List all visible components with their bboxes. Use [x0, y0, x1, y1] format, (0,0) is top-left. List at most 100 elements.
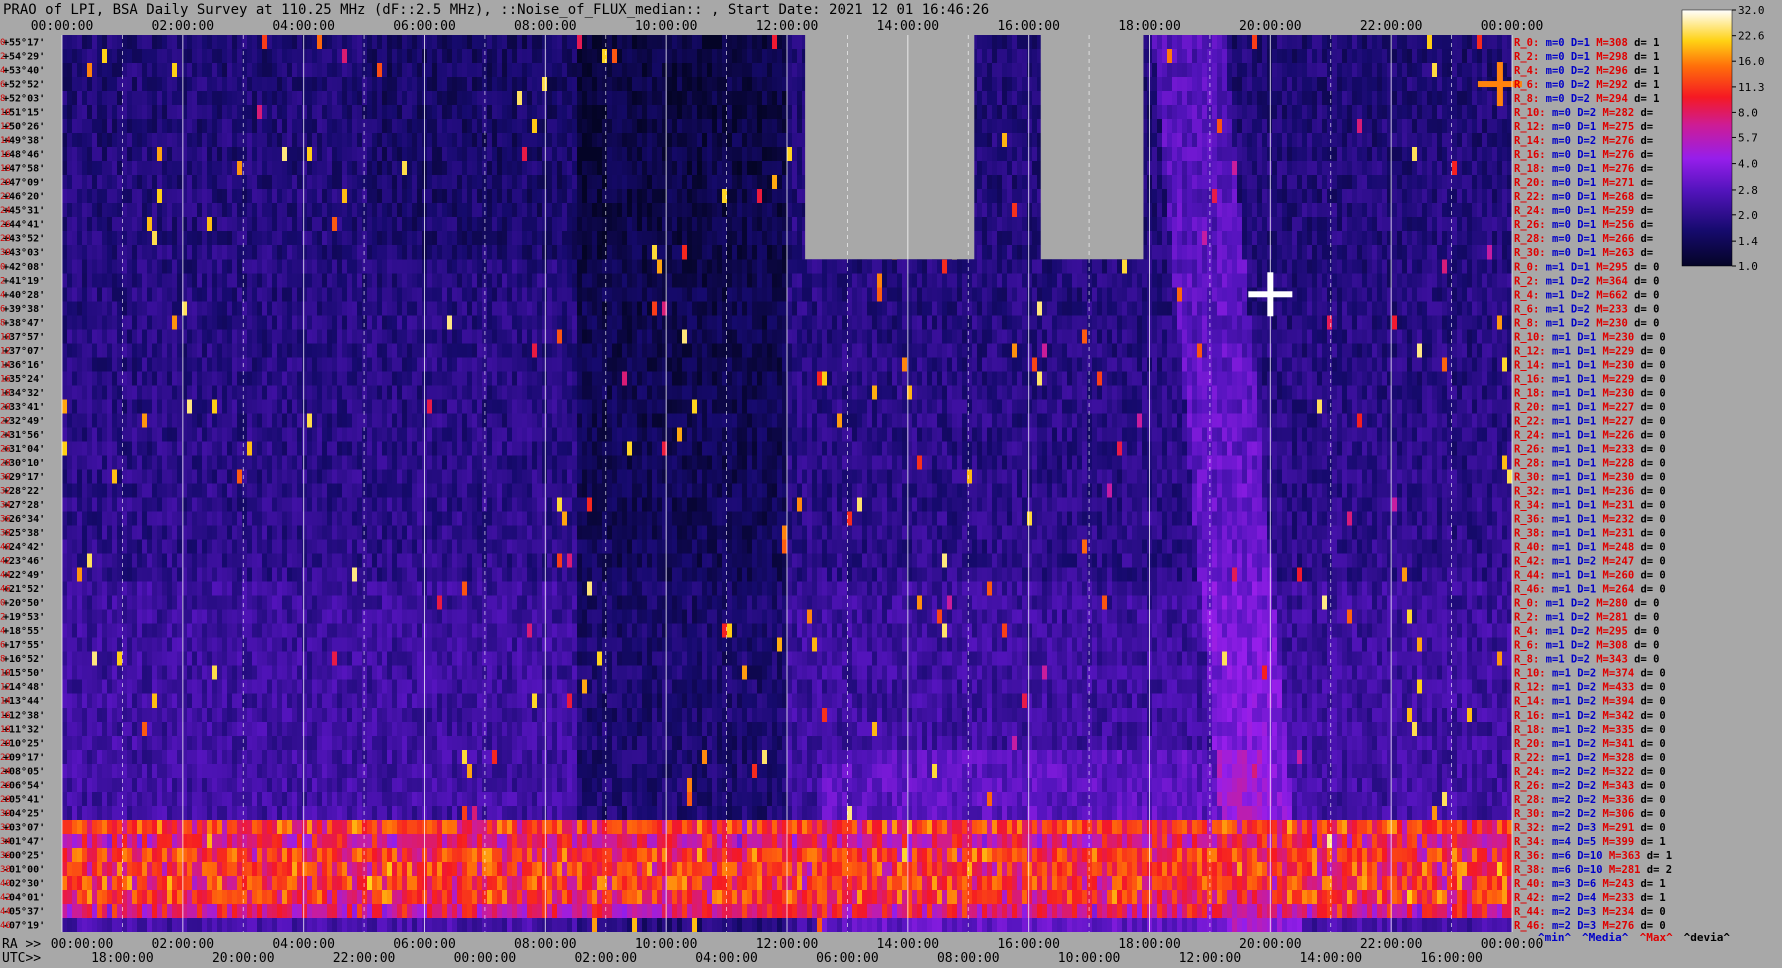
stat-row-47: R_14: m=1 D=2 M=394 d= 0: [1514, 696, 1666, 708]
stat-row-8: R_16: m=0 D=1 M=276 d=: [1514, 149, 1653, 161]
dec-label-0: +55°17': [3, 38, 45, 49]
row-id-33: 34: [0, 501, 11, 511]
bottom-ra-tick-4: 08:00:00: [514, 937, 577, 952]
row-id-4: 8: [0, 94, 5, 104]
row-id-20: 8: [0, 318, 5, 328]
stat-row-49: R_18: m=1 D=2 M=335 d= 0: [1514, 724, 1666, 736]
stat-row-14: R_28: m=0 D=1 M=266 d=: [1514, 233, 1653, 245]
stat-row-25: R_18: m=1 D=1 M=230 d= 0: [1514, 387, 1666, 399]
colorbar-label-10: 1.0: [1738, 260, 1758, 273]
stat-row-32: R_32: m=1 D=1 M=236 d= 0: [1514, 486, 1666, 498]
stat-row-57: R_34: m=4 D=5 M=399 d= 1: [1514, 836, 1666, 848]
stat-row-55: R_30: m=2 D=2 M=306 d= 0: [1514, 808, 1666, 820]
bottom-utc-tick-4: 02:00:00: [574, 951, 637, 966]
stat-row-18: R_4: m=1 D=2 M=662 d= 0: [1514, 289, 1659, 301]
row-id-40: 0: [0, 599, 5, 609]
row-id-11: 22: [0, 192, 11, 202]
stat-row-4: R_8: m=0 D=2 M=294 d= 1: [1514, 93, 1659, 105]
row-id-2: 4: [0, 66, 5, 76]
no-data-region-1: [1040, 35, 1144, 260]
row-id-62: 44: [0, 907, 11, 917]
bottom-utc-tick-3: 00:00:00: [454, 951, 517, 966]
bottom-ra-tick-3: 06:00:00: [393, 937, 456, 952]
row-id-48: 16: [0, 711, 11, 721]
bottom-ra-tick-8: 16:00:00: [997, 937, 1060, 952]
row-id-23: 14: [0, 360, 11, 370]
dec-label-1: +54°29': [3, 52, 45, 63]
bottom-ra-tick-7: 14:00:00: [877, 937, 940, 952]
bottom-ra-tick-9: 18:00:00: [1118, 937, 1181, 952]
dec-label-4: +52°03': [3, 94, 45, 105]
bottom-utc-prefix: UTC>>: [2, 951, 41, 966]
bottom-utc-tick-7: 08:00:00: [937, 951, 1000, 966]
stat-row-7: R_14: m=0 D=2 M=276 d=: [1514, 135, 1653, 147]
stat-row-34: R_36: m=1 D=1 M=232 d= 0: [1514, 514, 1666, 526]
bsa-heatmap-chart: 00:00:00 02:00:00 04:00:00 06:00:00 08:00:00…: [0, 4, 1765, 966]
stat-row-13: R_26: m=0 D=1 M=256 d=: [1514, 219, 1653, 231]
colorbar-label-9: 1.4: [1738, 235, 1758, 248]
row-id-50: 20: [0, 739, 11, 749]
top-tick-label-6: 12:00:00: [756, 19, 819, 34]
row-id-61: 42: [0, 893, 11, 903]
row-id-31: 30: [0, 472, 11, 482]
stat-row-61: R_42: m=2 D=4 M=233 d= 1: [1514, 892, 1666, 904]
stat-row-40: R_0: m=1 D=2 M=280 d= 0: [1514, 598, 1659, 610]
row-id-10: 20: [0, 178, 11, 188]
top-tick-label-10: 20:00:00: [1239, 19, 1302, 34]
stat-row-43: R_6: m=1 D=2 M=308 d= 0: [1514, 640, 1659, 652]
bottom-utc-tick-9: 12:00:00: [1179, 951, 1242, 966]
row-id-34: 36: [0, 515, 11, 525]
row-id-12: 24: [0, 206, 11, 216]
stat-row-6: R_12: m=0 D=1 M=275 d=: [1514, 121, 1653, 133]
stat-row-53: R_26: m=2 D=2 M=343 d= 0: [1514, 780, 1666, 792]
top-tick-label-5: 10:00:00: [635, 19, 698, 34]
colorbar-label-7: 2.8: [1738, 184, 1758, 197]
bottom-utc-tick-11: 16:00:00: [1420, 951, 1483, 966]
row-id-14: 28: [0, 234, 11, 244]
row-id-44: 8: [0, 655, 5, 665]
stat-row-24: R_16: m=1 D=1 M=229 d= 0: [1514, 373, 1666, 385]
stat-row-36: R_40: m=1 D=1 M=248 d= 0: [1514, 542, 1666, 554]
stat-row-28: R_24: m=1 D=1 M=226 d= 0: [1514, 429, 1666, 441]
row-id-15: 30: [0, 248, 11, 258]
stat-row-41: R_2: m=1 D=2 M=281 d= 0: [1514, 612, 1659, 624]
row-id-37: 42: [0, 557, 11, 567]
top-tick-label-4: 08:00:00: [514, 19, 577, 34]
dec-label-20: +38°47': [3, 318, 45, 329]
stat-row-29: R_26: m=1 D=1 M=233 d= 0: [1514, 443, 1666, 455]
stat-row-44: R_8: m=1 D=2 M=343 d= 0: [1514, 654, 1659, 666]
bottom-ra-tick-0: 00:00:00: [51, 937, 114, 952]
row-id-9: 18: [0, 164, 11, 174]
row-id-58: 36: [0, 851, 11, 861]
colorbar-label-3: 11.3: [1738, 81, 1765, 94]
bottom-utc-tick-5: 04:00:00: [695, 951, 758, 966]
bottom-ra-tick-1: 02:00:00: [152, 937, 215, 952]
row-id-52: 24: [0, 767, 11, 777]
stat-row-20: R_8: m=1 D=2 M=230 d= 0: [1514, 317, 1659, 329]
stat-row-2: R_4: m=0 D=2 M=296 d= 1: [1514, 65, 1659, 77]
stat-row-26: R_20: m=1 D=1 M=227 d= 0: [1514, 401, 1666, 413]
dec-label-17: +41°19': [3, 276, 45, 287]
top-tick-label-3: 06:00:00: [393, 19, 456, 34]
row-id-6: 12: [0, 122, 11, 132]
stat-row-39: R_46: m=1 D=1 M=264 d= 0: [1514, 584, 1666, 596]
row-id-46: 12: [0, 683, 11, 693]
row-id-41: 2: [0, 613, 5, 623]
stat-row-42: R_4: m=1 D=2 M=295 d= 0: [1514, 626, 1659, 638]
bottom-utc-tick-8: 10:00:00: [1058, 951, 1121, 966]
stat-row-17: R_2: m=1 D=2 M=364 d= 0: [1514, 275, 1659, 287]
stat-row-37: R_42: m=1 D=2 M=247 d= 0: [1514, 556, 1666, 568]
colorbar: [1681, 9, 1733, 267]
row-id-0: 0: [0, 38, 5, 48]
row-id-16: 0: [0, 262, 5, 272]
stat-row-38: R_44: m=1 D=1 M=260 d= 0: [1514, 570, 1666, 582]
stat-row-12: R_24: m=0 D=1 M=259 d=: [1514, 205, 1653, 217]
row-id-57: 34: [0, 837, 11, 847]
colorbar-label-0: 32.0: [1738, 4, 1765, 17]
bottom-utc-tick-2: 22:00:00: [333, 951, 396, 966]
colorbar-label-6: 4.0: [1738, 158, 1758, 171]
colorbar-label-4: 8.0: [1738, 106, 1758, 119]
stat-row-48: R_16: m=1 D=2 M=342 d= 0: [1514, 710, 1666, 722]
colorbar-label-1: 22.6: [1738, 30, 1765, 43]
bottom-ra-tick-2: 04:00:00: [272, 937, 335, 952]
